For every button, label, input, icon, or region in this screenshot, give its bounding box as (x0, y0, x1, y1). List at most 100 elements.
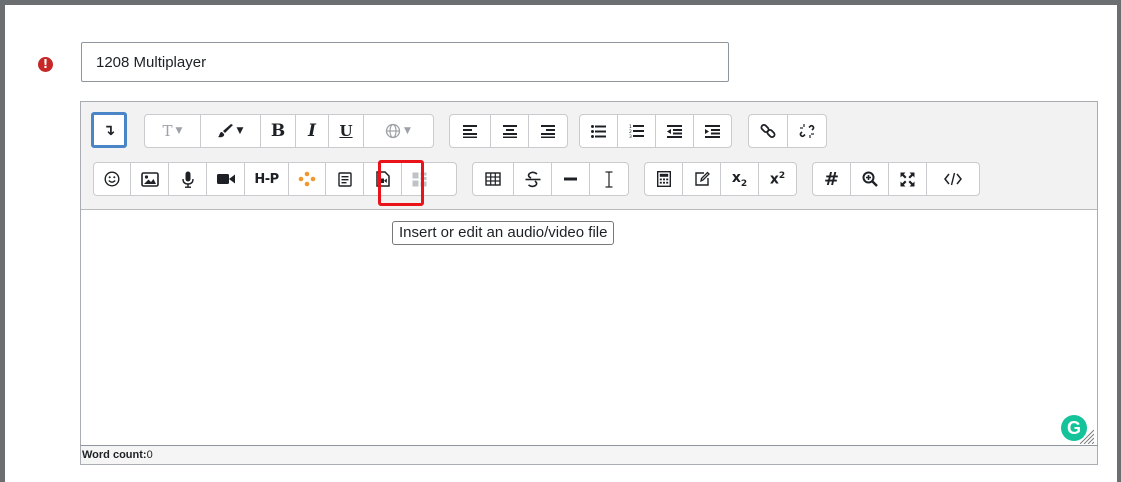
name-input[interactable] (81, 42, 729, 82)
editor-content-area[interactable] (81, 210, 1097, 464)
horizontal-rule-icon (564, 177, 577, 181)
align-center-icon (502, 124, 517, 138)
editor-toolbar: ↴ T ▼ ▼ B I U ▼ 1 2 3 H-P x2 x2 # (81, 102, 1097, 210)
fullscreen-button[interactable] (889, 163, 927, 195)
emoticon-button[interactable] (94, 163, 131, 195)
hashtag-button[interactable]: # (813, 163, 851, 195)
align-right-icon (541, 124, 555, 138)
required-error-icon: ! (38, 57, 53, 72)
plugin-button[interactable] (289, 163, 326, 195)
font-size-button[interactable]: T ▼ (145, 115, 201, 147)
h5p-button[interactable]: H-P (245, 163, 289, 195)
window-frame-right (1117, 0, 1121, 482)
window-frame-left (0, 0, 5, 482)
superscript-button[interactable]: x2 (759, 163, 796, 195)
find-replace-button[interactable] (851, 163, 889, 195)
video-camera-icon (216, 174, 235, 184)
link-icon (760, 124, 776, 138)
image-icon (140, 171, 159, 187)
unlink-icon (799, 124, 815, 138)
collapse-toolbar-button[interactable]: ↴ (94, 115, 124, 145)
style-group: T ▼ ▼ B I U ▼ (144, 114, 434, 148)
audio-video-file-icon (375, 171, 390, 187)
word-count-value: 0 (146, 449, 153, 461)
unlink-button[interactable] (788, 115, 826, 147)
text-color-button[interactable]: ▼ (201, 115, 261, 147)
outdent-icon (667, 124, 682, 138)
code-icon (944, 172, 962, 186)
file-list-icon (337, 171, 352, 187)
subscript-icon: x2 (731, 169, 748, 189)
strikethrough-icon (525, 171, 540, 187)
table-icon (485, 172, 501, 186)
smiley-icon (104, 171, 120, 187)
bullet-list-icon (591, 124, 606, 138)
word-count-bar: Word count:0 (80, 445, 1098, 465)
record-audio-button[interactable] (169, 163, 207, 195)
media-button-tooltip: Insert or edit an audio/video file (392, 221, 615, 245)
equation-group: x2 x2 (644, 162, 797, 196)
numbered-list-icon: 123 (629, 124, 644, 138)
hashtag-icon: # (823, 168, 840, 190)
table-group (472, 162, 629, 196)
underline-button[interactable]: U (329, 115, 364, 147)
italic-icon: I (308, 121, 316, 141)
resize-handle-icon[interactable] (1078, 428, 1094, 444)
indent-icon (705, 124, 720, 138)
align-group (449, 114, 568, 148)
view-group: # (812, 162, 980, 196)
grid-template-icon (412, 172, 427, 186)
insert-media-button[interactable] (364, 163, 402, 195)
align-right-button[interactable] (529, 115, 567, 147)
bold-button[interactable]: B (261, 115, 296, 147)
dropdown-arrow-icon: ▼ (236, 126, 244, 136)
template-button[interactable] (402, 163, 437, 195)
superscript-icon: x2 (769, 170, 786, 188)
manage-files-button[interactable] (326, 163, 364, 195)
dropdown-arrow-icon: ▼ (175, 126, 183, 136)
indent-button[interactable] (694, 115, 731, 147)
outdent-button[interactable] (656, 115, 694, 147)
insert-media-group: H-P (93, 162, 457, 196)
svg-text:3: 3 (629, 134, 632, 138)
horizontal-rule-button[interactable] (552, 163, 590, 195)
list-group: 123 (579, 114, 732, 148)
bold-icon: B (270, 121, 286, 141)
h5p-icon: H-P (254, 171, 279, 187)
orange-dots-icon (298, 171, 316, 187)
align-left-button[interactable] (450, 115, 491, 147)
edit-note-button[interactable] (683, 163, 721, 195)
calculator-button[interactable] (645, 163, 683, 195)
align-center-button[interactable] (491, 115, 529, 147)
ordered-list-button[interactable]: 123 (618, 115, 656, 147)
zoom-in-icon (862, 171, 878, 187)
collapse-icon: ↴ (102, 121, 116, 139)
collapse-group: ↴ (91, 112, 127, 148)
table-button[interactable] (473, 163, 514, 195)
clear-formatting-button[interactable] (590, 163, 628, 195)
align-left-icon (463, 124, 477, 138)
link-button[interactable] (749, 115, 788, 147)
html-source-button[interactable] (927, 163, 979, 195)
language-button[interactable]: ▼ (364, 115, 432, 147)
dropdown-arrow-icon: ▼ (404, 126, 411, 136)
window-frame-top (0, 0, 1121, 5)
atto-editor: ↴ T ▼ ▼ B I U ▼ 1 2 3 H-P x2 x2 # (80, 101, 1098, 465)
expand-icon (900, 172, 915, 186)
strikethrough-button[interactable] (514, 163, 552, 195)
microphone-icon (181, 171, 194, 188)
italic-button[interactable]: I (296, 115, 329, 147)
subscript-button[interactable]: x2 (721, 163, 759, 195)
underline-icon: U (339, 122, 353, 140)
link-group (748, 114, 827, 148)
font-size-icon: T (162, 122, 173, 140)
globe-icon (385, 123, 401, 139)
image-button[interactable] (131, 163, 169, 195)
edit-square-icon (694, 171, 710, 186)
paintbrush-icon (217, 124, 233, 138)
unordered-list-button[interactable] (580, 115, 618, 147)
calculator-icon (656, 171, 671, 187)
word-count-label: Word count: (82, 449, 147, 461)
text-cursor-icon (605, 170, 613, 188)
record-video-button[interactable] (207, 163, 245, 195)
